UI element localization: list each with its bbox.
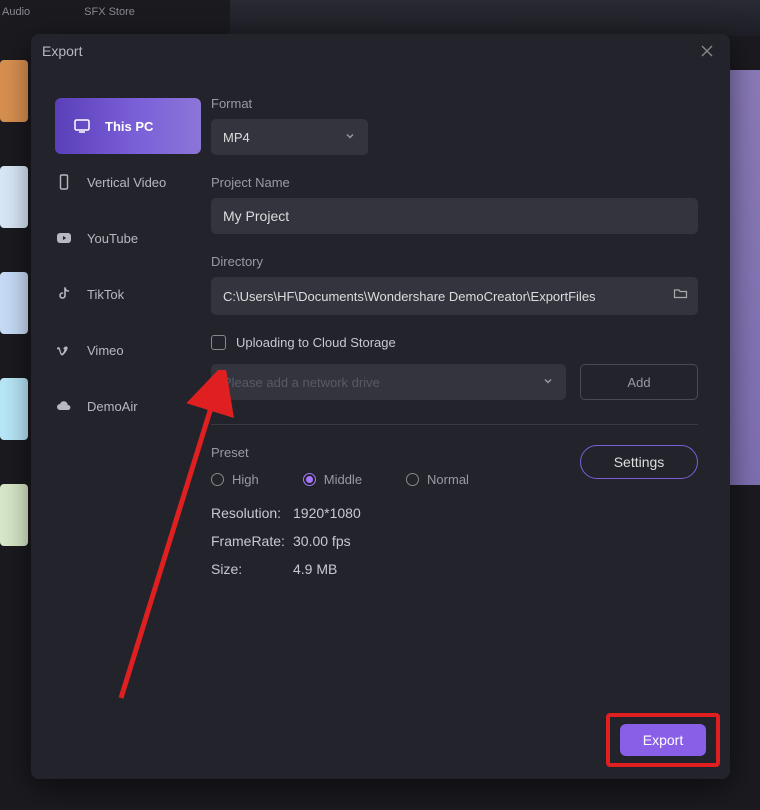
directory-input[interactable]: [211, 277, 698, 315]
tab-audio[interactable]: Audio: [0, 0, 34, 24]
export-highlight: Export: [606, 713, 720, 767]
sidebar-item-label: Vertical Video: [87, 175, 166, 190]
settings-button[interactable]: Settings: [580, 445, 698, 479]
framerate-label: FrameRate:: [211, 533, 293, 549]
export-button[interactable]: Export: [620, 724, 706, 756]
monitor-icon: [73, 117, 91, 135]
sidebar-item-label: DemoAir: [87, 399, 138, 414]
dialog-title: Export: [42, 43, 82, 59]
format-label: Format: [211, 96, 698, 111]
sidebar-item-demoair[interactable]: DemoAir: [31, 378, 211, 434]
sidebar-item-tiktok[interactable]: TikTok: [31, 266, 211, 322]
upload-cloud-checkbox[interactable]: [211, 335, 226, 350]
resolution-label: Resolution:: [211, 505, 293, 521]
size-label: Size:: [211, 561, 293, 577]
project-name-label: Project Name: [211, 175, 698, 190]
preset-label: Preset: [211, 445, 580, 460]
network-drive-select[interactable]: Please add a network drive: [211, 364, 566, 400]
phone-icon: [55, 173, 73, 191]
format-select[interactable]: MP4: [211, 119, 368, 155]
close-button[interactable]: [698, 42, 716, 60]
cloud-icon: [55, 397, 73, 415]
youtube-icon: [55, 229, 73, 247]
sidebar-item-vimeo[interactable]: Vimeo: [31, 322, 211, 378]
framerate-value: 30.00 fps: [293, 533, 351, 549]
add-button[interactable]: Add: [580, 364, 698, 400]
chevron-down-icon: [344, 130, 356, 145]
vimeo-icon: [55, 341, 73, 359]
directory-label: Directory: [211, 254, 698, 269]
sidebar-item-vertical-video[interactable]: Vertical Video: [31, 154, 211, 210]
chevron-down-icon: [542, 375, 554, 390]
size-value: 4.9 MB: [293, 561, 337, 577]
resolution-value: 1920*1080: [293, 505, 361, 521]
sidebar-item-label: Vimeo: [87, 343, 124, 358]
upload-cloud-label: Uploading to Cloud Storage: [236, 335, 396, 350]
sidebar-item-label: TikTok: [87, 287, 124, 302]
sidebar-item-youtube[interactable]: YouTube: [31, 210, 211, 266]
tiktok-icon: [55, 285, 73, 303]
preset-middle-radio[interactable]: Middle: [303, 472, 362, 487]
preset-normal-radio[interactable]: Normal: [406, 472, 469, 487]
sidebar-item-this-pc[interactable]: This PC: [55, 98, 201, 154]
sidebar-item-label: This PC: [105, 119, 153, 134]
export-sidebar: This PC Vertical Video YouTube TikTok: [31, 68, 211, 779]
export-dialog: Export This PC Vertical Video: [31, 34, 730, 779]
sidebar-item-label: YouTube: [87, 231, 138, 246]
folder-icon[interactable]: [673, 286, 688, 306]
project-name-input[interactable]: [211, 198, 698, 234]
tab-sfx[interactable]: SFX Store: [34, 0, 139, 24]
preset-high-radio[interactable]: High: [211, 472, 259, 487]
